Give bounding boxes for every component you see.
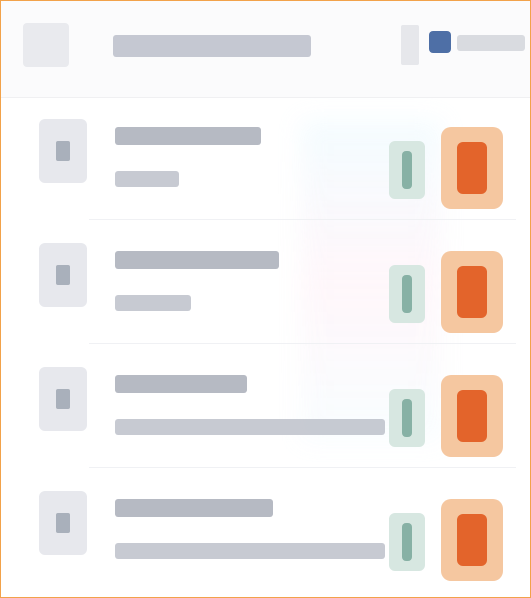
file-icon <box>39 491 87 555</box>
phone-icon[interactable] <box>441 251 503 333</box>
bookmark-icon[interactable] <box>389 513 425 571</box>
bookmark-icon[interactable] <box>389 265 425 323</box>
file-glyph <box>56 265 70 285</box>
file-icon <box>39 243 87 307</box>
file-icon <box>39 367 87 431</box>
bookmark-glyph <box>402 151 412 189</box>
phone-glyph <box>457 390 487 442</box>
phone-icon[interactable] <box>441 499 503 581</box>
bookmark-icon[interactable] <box>389 389 425 447</box>
file-glyph <box>56 389 70 409</box>
list-item[interactable] <box>1 473 530 591</box>
phone-glyph <box>457 266 487 318</box>
header-separator <box>401 25 419 65</box>
row-divider <box>89 219 516 220</box>
row-divider <box>89 467 516 468</box>
phone-icon[interactable] <box>441 127 503 209</box>
file-icon <box>39 119 87 183</box>
file-glyph <box>56 513 70 533</box>
item-title-redacted <box>115 251 279 269</box>
app-icon[interactable] <box>23 23 69 67</box>
item-subtitle-redacted <box>115 419 385 435</box>
bookmark-glyph <box>402 275 412 313</box>
item-title-redacted <box>115 499 273 517</box>
phone-icon[interactable] <box>441 375 503 457</box>
item-subtitle-redacted <box>115 295 191 311</box>
bookmark-glyph <box>402 523 412 561</box>
phone-glyph <box>457 142 487 194</box>
item-list <box>1 101 530 597</box>
header-user-label <box>457 35 525 51</box>
user-icon[interactable] <box>429 31 451 53</box>
header-bar <box>1 1 530 97</box>
file-glyph <box>56 141 70 161</box>
app-frame <box>0 0 531 598</box>
list-item[interactable] <box>1 225 530 343</box>
item-subtitle-redacted <box>115 171 179 187</box>
list-item[interactable] <box>1 101 530 219</box>
header-divider <box>1 97 530 98</box>
item-subtitle-redacted <box>115 543 385 559</box>
item-title-redacted <box>115 375 247 393</box>
phone-glyph <box>457 514 487 566</box>
row-divider <box>89 343 516 344</box>
list-item[interactable] <box>1 349 530 467</box>
header-title <box>113 35 311 57</box>
item-title-redacted <box>115 127 261 145</box>
bookmark-glyph <box>402 399 412 437</box>
bookmark-icon[interactable] <box>389 141 425 199</box>
